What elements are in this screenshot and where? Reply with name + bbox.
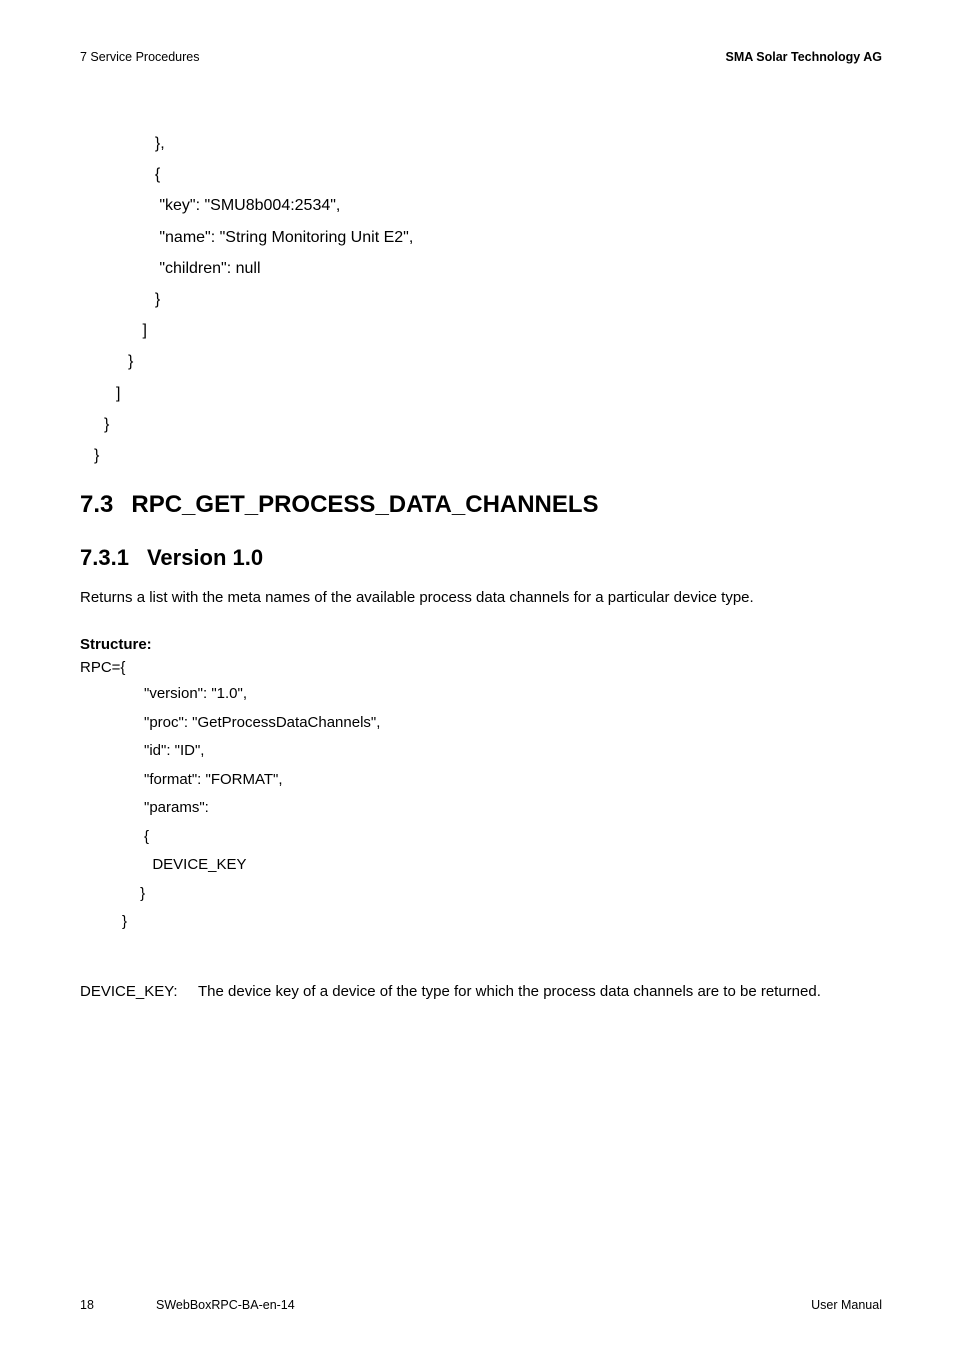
section-title: Version 1.0 xyxy=(147,545,263,571)
code-line: "name": "String Monitoring Unit E2", xyxy=(146,222,882,253)
code-line: "key": "SMU8b004:2534", xyxy=(146,190,882,221)
rpc-body: "version": "1.0", "proc": "GetProcessDat… xyxy=(144,680,882,937)
code-line: } xyxy=(94,440,882,471)
rpc-line: "proc": "GetProcessDataChannels", xyxy=(144,709,882,738)
page-number: 18 xyxy=(80,1298,94,1312)
section-heading-7-3: 7.3 RPC_GET_PROCESS_DATA_CHANNELS xyxy=(80,491,882,519)
structure-label: Structure: xyxy=(80,636,882,653)
rpc-line: DEVICE_KEY xyxy=(144,851,882,880)
definition-text: The device key of a device of the type f… xyxy=(198,981,882,1003)
code-line: } xyxy=(128,346,882,377)
page-header: 7 Service Procedures SMA Solar Technolog… xyxy=(80,50,882,64)
rpc-line: } xyxy=(136,880,882,909)
code-fragment-top: }, { "key": "SMU8b004:2534", "name": "St… xyxy=(146,128,882,471)
code-line: "children": null xyxy=(146,253,882,284)
paragraph: Returns a list with the meta names of th… xyxy=(80,587,882,608)
rpc-line: "id": "ID", xyxy=(144,737,882,766)
code-line: ] xyxy=(138,315,882,346)
section-heading-7-3-1: 7.3.1 Version 1.0 xyxy=(80,545,882,571)
rpc-open: RPC={ xyxy=(80,659,882,676)
section-number: 7.3.1 xyxy=(80,545,129,571)
doc-id: SWebBoxRPC-BA-en-14 xyxy=(156,1298,295,1312)
rpc-line: "params": xyxy=(144,794,882,823)
code-line: }, xyxy=(146,128,882,159)
code-line: { xyxy=(146,159,882,190)
definition-term: DEVICE_KEY: xyxy=(80,981,198,1003)
rpc-line: "version": "1.0", xyxy=(144,680,882,709)
page-footer: 18 SWebBoxRPC-BA-en-14 User Manual xyxy=(80,1298,882,1312)
section-number: 7.3 xyxy=(80,491,113,519)
header-right: SMA Solar Technology AG xyxy=(726,50,883,64)
rpc-line: { xyxy=(144,823,882,852)
definition-row: DEVICE_KEY: The device key of a device o… xyxy=(80,981,882,1003)
header-left: 7 Service Procedures xyxy=(80,50,200,64)
code-line: } xyxy=(146,284,882,315)
rpc-line: "format": "FORMAT", xyxy=(144,766,882,795)
code-line: } xyxy=(104,409,882,440)
section-title: RPC_GET_PROCESS_DATA_CHANNELS xyxy=(131,491,598,519)
rpc-line: } xyxy=(122,908,882,937)
footer-right: User Manual xyxy=(811,1298,882,1312)
code-line: ] xyxy=(116,378,882,409)
